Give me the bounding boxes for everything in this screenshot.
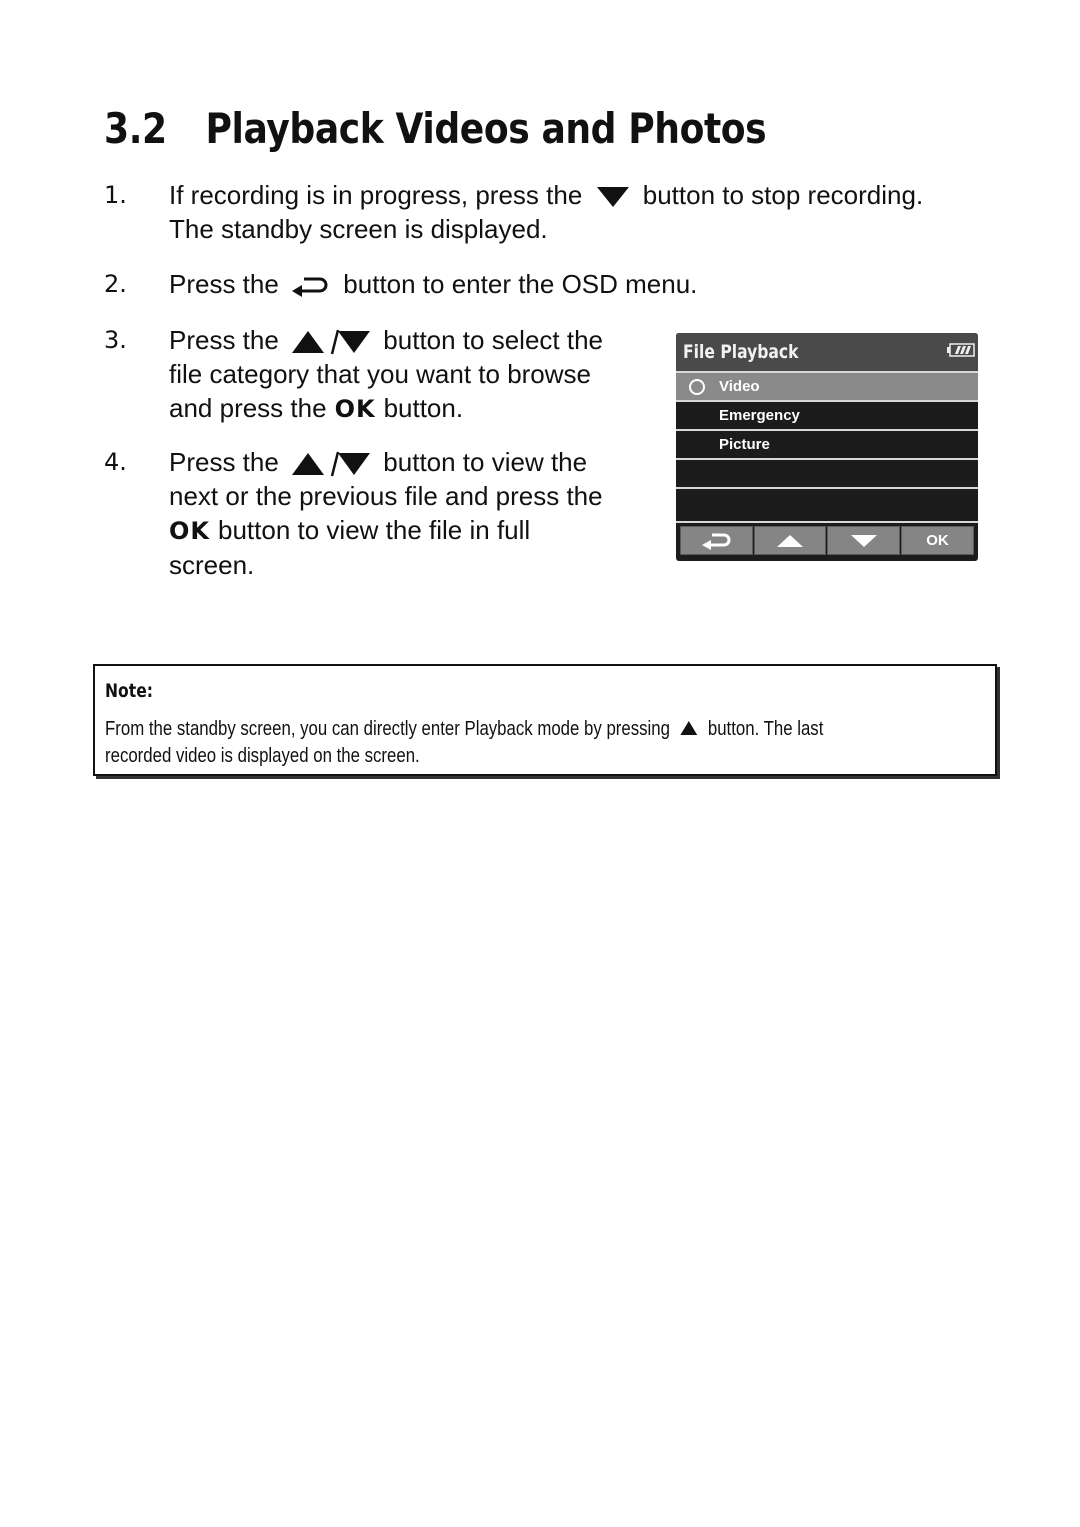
- step-text: button to view the: [383, 447, 588, 477]
- step-text: button.: [383, 393, 464, 423]
- section-title: Playback Videos and Photos: [205, 104, 767, 153]
- menu-item-emergency[interactable]: Emergency: [676, 400, 978, 429]
- screen-back-button[interactable]: [680, 526, 753, 555]
- step-text: file category that you want to browse: [169, 359, 592, 389]
- up-down-triangle-icon: [292, 451, 371, 477]
- menu-item-label: Emergency: [719, 407, 800, 424]
- screen-up-button[interactable]: [754, 526, 826, 555]
- step-text: If recording is in progress, press the: [169, 180, 583, 210]
- section-heading: 3.2 Playback Videos and Photos: [104, 104, 767, 153]
- step-number: 3.: [104, 326, 127, 354]
- step-number: 2.: [104, 270, 127, 298]
- down-triangle-icon: [850, 534, 877, 547]
- battery-full-icon: [947, 343, 975, 357]
- step-text: button to enter the OSD menu.: [343, 269, 698, 299]
- section-number: 3.2: [104, 104, 167, 153]
- note-box: Note: From the standby screen, you can d…: [93, 664, 997, 776]
- step-text: next or the previous file and press the: [169, 481, 603, 511]
- menu-item-picture[interactable]: Picture: [676, 429, 978, 458]
- screen-down-button[interactable]: [827, 526, 900, 555]
- menu-item-label: Video: [719, 378, 760, 395]
- step-text: Press the: [169, 269, 279, 299]
- step-number: 1.: [104, 181, 127, 209]
- menu-item-empty: [676, 458, 978, 487]
- menu-item-video[interactable]: Video: [676, 371, 978, 400]
- step-number: 4.: [104, 448, 127, 476]
- screen-title: File Playback: [683, 341, 799, 363]
- screen-ok-button[interactable]: OK: [901, 526, 974, 555]
- menu-item-label: Picture: [719, 436, 770, 453]
- step-text: button to view the file in full: [218, 515, 531, 545]
- radio-icon: [689, 379, 705, 395]
- screen-button-bar: OK: [676, 521, 978, 561]
- step-text: and press the: [169, 393, 327, 423]
- step-text: screen.: [169, 550, 255, 580]
- note-title: Note:: [105, 680, 153, 702]
- up-triangle-icon: [777, 534, 803, 547]
- up-down-triangle-icon: [292, 329, 371, 355]
- return-icon: [701, 533, 730, 550]
- up-triangle-icon: [680, 721, 698, 735]
- ok-label: OK: [926, 532, 949, 549]
- ok-icon: OK: [169, 517, 210, 545]
- step-text: button to stop recording.: [642, 180, 924, 210]
- menu-list: Video Emergency Picture: [676, 371, 978, 516]
- device-screen: File Playback Video Emergency Picture OK: [676, 333, 978, 561]
- step-text: The standby screen is displayed.: [169, 214, 548, 244]
- step-text: button to select the: [383, 325, 604, 355]
- note-text: From the standby screen, you can directl…: [105, 718, 824, 767]
- step-text: Press the: [169, 325, 279, 355]
- step-text: Press the: [169, 447, 279, 477]
- screen-title-bar: File Playback: [676, 333, 978, 371]
- down-triangle-icon: [596, 187, 629, 208]
- ok-icon: OK: [334, 395, 376, 423]
- menu-item-empty: [676, 487, 978, 516]
- return-icon: [292, 277, 328, 298]
